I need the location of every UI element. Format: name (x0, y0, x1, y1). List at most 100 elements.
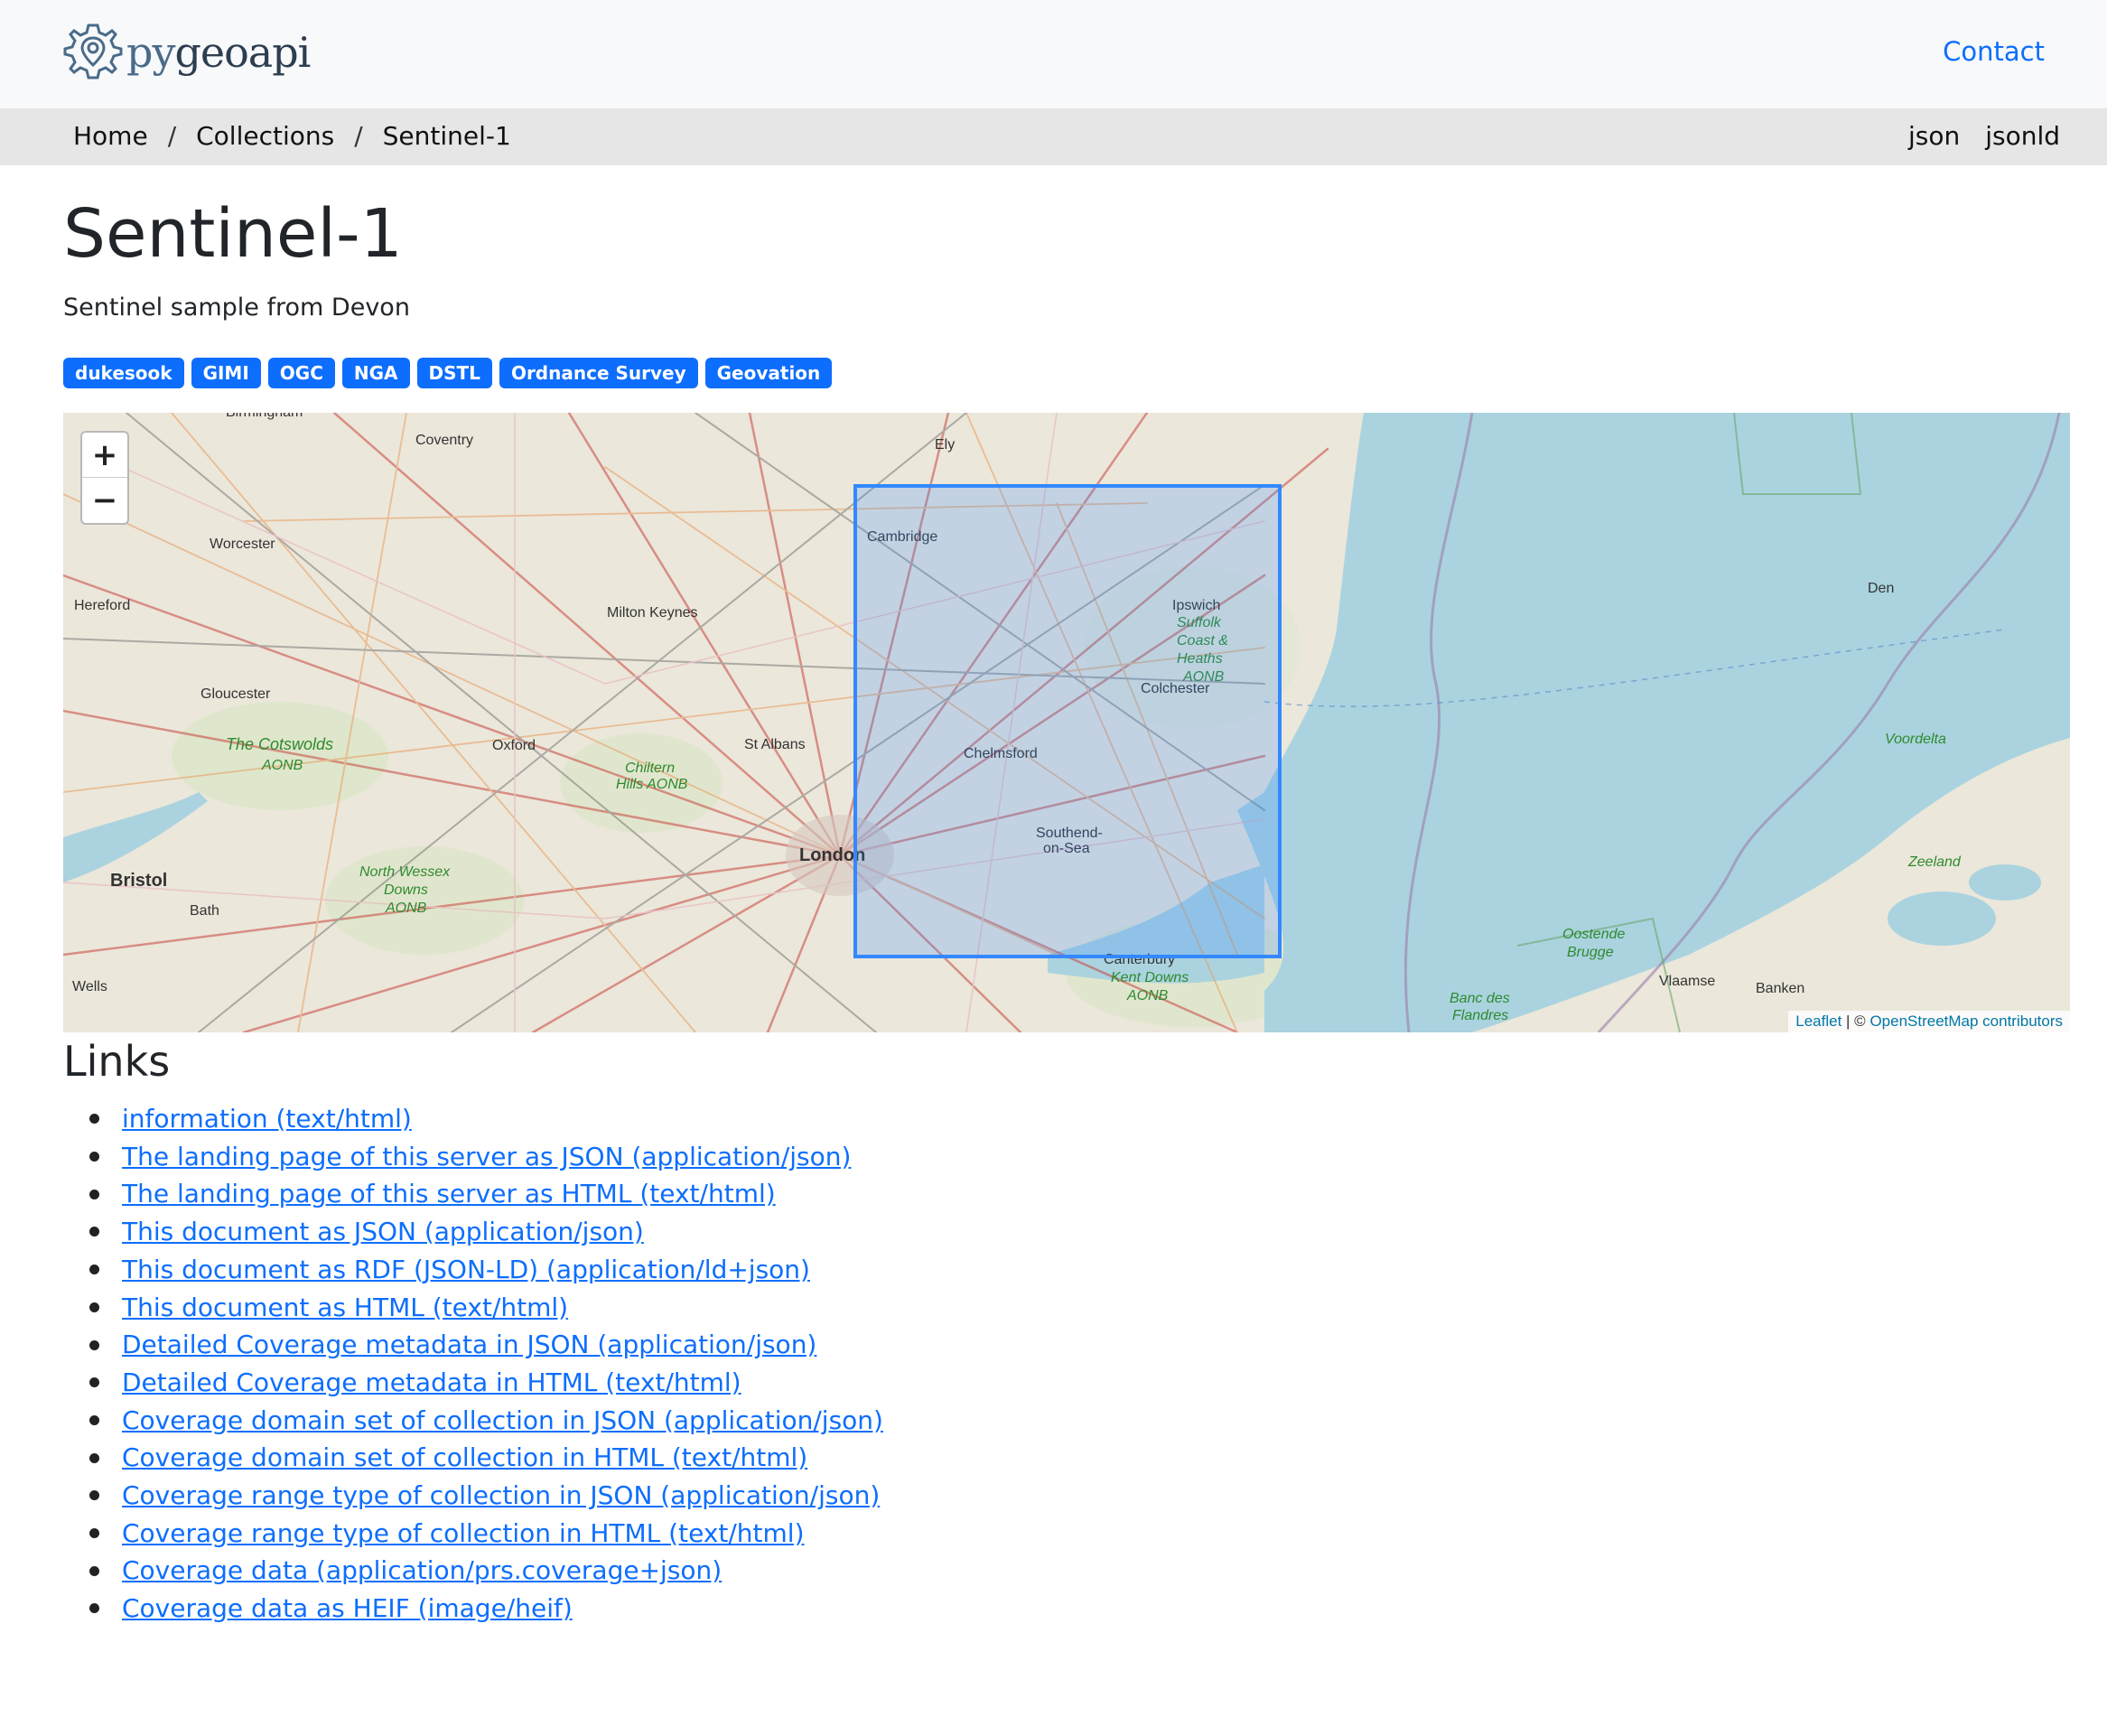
bullet (89, 1490, 99, 1501)
breadcrumb-collections[interactable]: Collections (196, 121, 334, 151)
map-attribution: Leaflet | © OpenStreetMap contributors (1788, 1011, 2070, 1032)
map-label: Banken (1756, 981, 1804, 996)
map-label: AONB (385, 901, 427, 916)
list-item: Detailed Coverage metadata in HTML (text… (63, 1364, 883, 1402)
map-label: Vlaamse (1659, 974, 1715, 989)
link-domain-set-json[interactable]: Coverage domain set of collection in JSO… (122, 1402, 883, 1440)
keyword-badge: dukesook (63, 358, 184, 388)
format-json-link[interactable]: json (1908, 121, 1960, 151)
map-label: Downs (384, 882, 428, 898)
keyword-badge: DSTL (416, 358, 492, 388)
bullet (89, 1114, 99, 1125)
top-navbar: pygeoapi Contact (0, 0, 2107, 108)
bullet (89, 1414, 99, 1425)
breadcrumb-separator: / (167, 121, 177, 151)
map-label: Hereford (74, 598, 130, 613)
list-item: Coverage data (application/prs.coverage+… (63, 1552, 883, 1590)
zoom-control: + − (80, 431, 129, 525)
map-label: Bristol (110, 871, 167, 891)
bullet (89, 1339, 99, 1350)
map-label: Chiltern (625, 761, 675, 776)
link-document-html[interactable]: This document as HTML (text/html) (122, 1289, 568, 1327)
keyword-badges: dukesook GIMI OGC NGA DSTL Ordnance Surv… (63, 358, 833, 388)
leaflet-link[interactable]: Leaflet (1795, 1013, 1841, 1030)
attribution-separator: | © (1841, 1013, 1870, 1030)
collection-description: Sentinel sample from Devon (63, 294, 410, 322)
pygeoapi-logo[interactable]: pygeoapi (63, 20, 311, 85)
list-item: This document as JSON (application/json) (63, 1213, 883, 1251)
link-landing-json[interactable]: The landing page of this server as JSON … (122, 1138, 851, 1176)
map-label: Kent Downs (1111, 970, 1189, 985)
collection-map[interactable]: Birmingham Coventry Ely Cambridge Worces… (63, 413, 2070, 1032)
map-label: The Cotswolds (226, 735, 333, 753)
bullet (89, 1189, 99, 1199)
bullet (89, 1265, 99, 1275)
map-label: Coventry (415, 433, 473, 448)
link-document-jsonld[interactable]: This document as RDF (JSON-LD) (applicat… (122, 1251, 810, 1289)
list-item: Detailed Coverage metadata in JSON (appl… (63, 1326, 883, 1364)
list-item: Coverage range type of collection in JSO… (63, 1477, 883, 1515)
breadcrumb: Home / Collections / Sentinel-1 (73, 121, 511, 151)
map-label: Hills AONB (616, 777, 688, 792)
bullet (89, 1377, 99, 1388)
contact-link[interactable]: Contact (1943, 36, 2045, 67)
map-label: AONB (261, 758, 303, 773)
map-label: Ely (935, 437, 955, 453)
list-item: Coverage range type of collection in HTM… (63, 1515, 883, 1553)
map-label: Bath (190, 903, 219, 919)
keyword-badge: Ordnance Survey (499, 358, 698, 388)
map-tiles[interactable]: Birmingham Coventry Ely Cambridge Worces… (63, 413, 2070, 1032)
map-label: St Albans (744, 737, 806, 752)
format-links: json jsonld (1908, 121, 2060, 151)
collection-extent-bbox[interactable] (853, 484, 1282, 958)
link-information[interactable]: information (text/html) (122, 1100, 412, 1138)
keyword-badge: GIMI (191, 358, 261, 388)
bullet (89, 1227, 99, 1237)
link-document-json[interactable]: This document as JSON (application/json) (122, 1213, 644, 1251)
map-label: Brugge (1567, 945, 1614, 960)
map-label: Flandres (1452, 1008, 1508, 1023)
links-list: information (text/html) The landing page… (63, 1100, 883, 1628)
zoom-out-button[interactable]: − (82, 478, 127, 523)
breadcrumb-current[interactable]: Sentinel-1 (383, 121, 511, 151)
map-label: Gloucester (200, 686, 271, 702)
bullet (89, 1152, 99, 1162)
link-landing-html[interactable]: The landing page of this server as HTML … (122, 1175, 776, 1213)
keyword-badge: NGA (341, 358, 410, 388)
bullet (89, 1302, 99, 1312)
map-label: Banc des (1450, 991, 1510, 1006)
breadcrumb-home[interactable]: Home (73, 121, 148, 151)
format-jsonld-link[interactable]: jsonld (1985, 121, 2060, 151)
keyword-badge: Geovation (704, 358, 833, 388)
page-title: Sentinel-1 (63, 195, 403, 273)
link-domain-set-html[interactable]: Coverage domain set of collection in HTM… (122, 1439, 807, 1477)
link-coverage-data-json[interactable]: Coverage data (application/prs.coverage+… (122, 1552, 722, 1590)
list-item: information (text/html) (63, 1100, 883, 1138)
link-range-type-html[interactable]: Coverage range type of collection in HTM… (122, 1515, 805, 1553)
map-label: Milton Keynes (607, 605, 698, 621)
breadcrumb-bar: Home / Collections / Sentinel-1 json jso… (0, 108, 2107, 165)
osm-link[interactable]: OpenStreetMap contributors (1869, 1013, 2063, 1030)
map-label: AONB (1126, 988, 1169, 1003)
bullet (89, 1565, 99, 1576)
list-item: Coverage domain set of collection in HTM… (63, 1439, 883, 1477)
link-coverage-metadata-json[interactable]: Detailed Coverage metadata in JSON (appl… (122, 1326, 816, 1364)
list-item: Coverage domain set of collection in JSO… (63, 1402, 883, 1440)
list-item: This document as RDF (JSON-LD) (applicat… (63, 1251, 883, 1289)
keyword-badge: OGC (267, 358, 335, 388)
map-label: Worcester (210, 537, 275, 552)
list-item: This document as HTML (text/html) (63, 1289, 883, 1327)
bullet (89, 1603, 99, 1614)
link-coverage-data-heif[interactable]: Coverage data as HEIF (image/heif) (122, 1590, 573, 1628)
breadcrumb-separator: / (354, 121, 363, 151)
link-coverage-metadata-html[interactable]: Detailed Coverage metadata in HTML (text… (122, 1364, 741, 1402)
link-range-type-json[interactable]: Coverage range type of collection in JSO… (122, 1477, 880, 1515)
list-item: The landing page of this server as JSON … (63, 1138, 883, 1176)
gear-pin-icon (63, 23, 123, 79)
zoom-in-button[interactable]: + (82, 433, 127, 478)
logo-text: pygeoapi (126, 28, 311, 77)
bullet (89, 1452, 99, 1463)
map-label: Voordelta (1885, 732, 1946, 747)
links-heading: Links (63, 1037, 171, 1086)
bullet (89, 1528, 99, 1539)
